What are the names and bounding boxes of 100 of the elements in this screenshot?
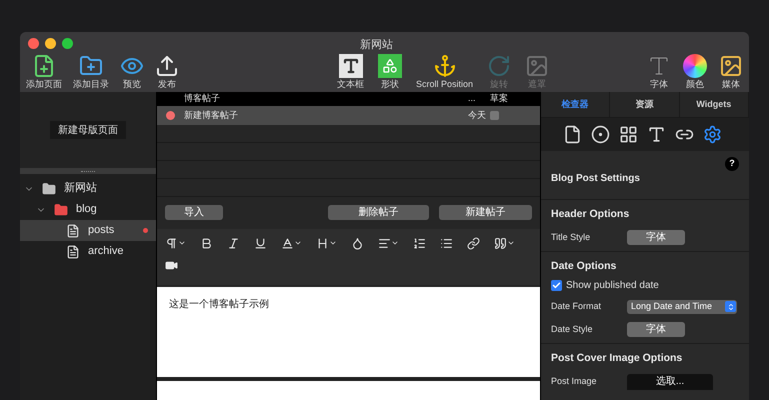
checkbox[interactable] <box>551 280 562 290</box>
tree-item[interactable]: posts <box>20 220 156 241</box>
field-label: Title Style <box>551 230 592 244</box>
colors-button[interactable]: 颜色 <box>679 54 711 90</box>
format-button[interactable] <box>254 236 267 250</box>
link-icon <box>467 236 480 250</box>
anchor-icon <box>432 54 457 78</box>
table-row[interactable]: 新建博客帖子 今天 <box>157 106 540 125</box>
format-button[interactable] <box>165 236 186 250</box>
media-icon <box>719 54 743 78</box>
section-title: Header Options <box>551 207 630 222</box>
folder-icon <box>42 182 56 196</box>
editor-area[interactable]: 这是一个博客帖子示例 <box>157 287 540 377</box>
inspector-icon-button[interactable] <box>619 125 638 144</box>
caret-icon <box>329 239 337 247</box>
folder-add-icon <box>79 54 103 78</box>
italic-icon <box>227 236 240 250</box>
format-button[interactable] <box>378 236 399 250</box>
underline-icon <box>254 236 267 250</box>
tree-item[interactable]: blog <box>20 199 156 220</box>
shape-icon <box>591 125 610 144</box>
choose-button[interactable]: 选取... <box>627 374 713 390</box>
font-button[interactable]: 字体 <box>627 322 685 337</box>
format-button[interactable] <box>494 236 515 250</box>
new-master-page-button[interactable]: 新建母版页面 <box>50 121 126 139</box>
page-icon <box>66 244 80 258</box>
format-button[interactable] <box>200 236 213 250</box>
shape-button[interactable]: 形状 <box>374 54 406 90</box>
caret-icon <box>178 239 186 247</box>
scroll-position-button[interactable]: Scroll Position <box>412 54 478 90</box>
grid-icon <box>619 125 638 144</box>
column-header[interactable]: ... <box>468 92 490 106</box>
settings-icon <box>703 125 722 144</box>
media-button[interactable]: 媒体 <box>715 54 747 90</box>
paragraph-icon <box>165 236 178 250</box>
preview-button[interactable]: 预览 <box>116 54 148 90</box>
action-button[interactable]: 导入 <box>165 204 223 220</box>
action-button[interactable]: 删除帖子 <box>328 204 429 220</box>
format-button[interactable] <box>227 236 240 250</box>
text-box-icon <box>338 54 362 78</box>
tree-item[interactable]: 新网站 <box>20 178 156 199</box>
stepper-icon <box>725 301 736 312</box>
window-title: 新网站 <box>360 38 393 53</box>
caret-icon <box>294 239 302 247</box>
section-title: Post Cover Image Options <box>551 351 684 366</box>
format-button[interactable] <box>467 236 480 250</box>
show-date-checkbox[interactable]: Show published date <box>551 275 739 295</box>
text-box-button[interactable]: 文本框 <box>333 54 368 90</box>
section-title: Date Options <box>551 259 618 274</box>
inspector-tab[interactable]: 资源 <box>610 92 680 117</box>
post-title: 新建博客帖子 <box>184 108 239 122</box>
date-format-select[interactable]: Long Date and Time <box>627 300 737 314</box>
inspector-icon-button[interactable] <box>563 125 582 144</box>
list-icon <box>440 236 453 250</box>
minimize-button[interactable] <box>45 38 56 48</box>
field-label: Date Style <box>551 322 594 336</box>
video-button[interactable] <box>165 258 178 272</box>
settings-title: Blog Post Settings <box>551 172 641 186</box>
format-button[interactable] <box>413 236 426 250</box>
text-icon <box>647 125 666 144</box>
zoom-button[interactable] <box>62 38 73 48</box>
field-label: Date Format <box>551 300 602 313</box>
upload-icon <box>155 54 179 78</box>
field-label: Post Image <box>551 374 598 388</box>
inspector-tab[interactable]: Widgets <box>680 92 749 117</box>
inspector-icon-button[interactable] <box>647 125 666 144</box>
format-button[interactable] <box>440 236 453 250</box>
page-icon <box>563 125 582 144</box>
action-button[interactable]: 新建帖子 <box>439 204 532 220</box>
text-color-icon <box>281 236 294 250</box>
bold-icon <box>200 236 213 250</box>
add-folder-button[interactable]: 添加目录 <box>69 54 113 90</box>
column-header[interactable]: 草案 <box>490 92 540 106</box>
align-icon <box>378 236 391 250</box>
droplet-icon <box>351 236 364 250</box>
publish-button[interactable]: 发布 <box>151 54 183 90</box>
close-button[interactable] <box>28 38 39 48</box>
resize-handle[interactable] <box>20 168 156 174</box>
inspector-icon-button[interactable] <box>703 125 722 144</box>
ordered-list-icon <box>413 236 426 250</box>
format-button[interactable] <box>351 236 364 250</box>
format-button[interactable] <box>316 236 337 250</box>
caret-icon <box>391 239 399 247</box>
column-header[interactable]: 博客帖子 <box>157 92 468 106</box>
page-icon <box>66 224 80 238</box>
video-icon <box>165 258 178 272</box>
post-date: 今天 <box>468 108 486 122</box>
format-button[interactable] <box>281 236 302 250</box>
font-button[interactable]: 字体 <box>627 230 685 245</box>
folder-icon <box>54 202 68 216</box>
image-icon <box>525 54 550 78</box>
shapes-icon <box>378 54 402 78</box>
quote-icon <box>494 236 507 250</box>
inspector-tab[interactable]: 检查器 <box>541 92 610 117</box>
add-page-button[interactable]: 添加页面 <box>22 54 66 90</box>
help-button[interactable]: ? <box>725 157 739 171</box>
rotate-icon <box>487 54 512 78</box>
tree-item[interactable]: archive <box>20 241 156 262</box>
fonts-button[interactable]: 字体 <box>643 54 675 90</box>
draft-checkbox[interactable] <box>490 111 499 120</box>
